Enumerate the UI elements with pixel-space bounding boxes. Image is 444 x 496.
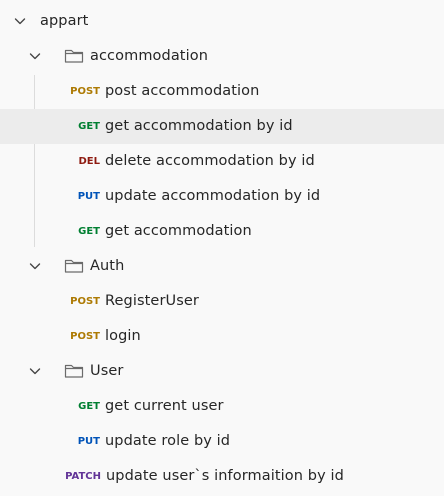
request-label: update accommodation by id: [105, 188, 321, 204]
collection-tree: appart accommodation POST post accommoda…: [0, 0, 444, 496]
folder-icon: [64, 364, 84, 378]
request-row[interactable]: POST login: [0, 319, 444, 354]
method-badge: PATCH: [65, 471, 101, 482]
folder-icon: [64, 49, 84, 63]
request-label: delete accommodation by id: [105, 153, 315, 169]
chevron-down-icon[interactable]: [28, 364, 42, 378]
folder-icon: [64, 259, 84, 273]
request-row[interactable]: POST post accommodation: [0, 74, 444, 109]
collection-row-appart[interactable]: appart: [0, 4, 444, 39]
request-row[interactable]: DEL delete accommodation by id: [0, 144, 444, 179]
method-badge: DEL: [78, 156, 100, 167]
request-label: login: [105, 328, 141, 344]
request-label: get accommodation: [105, 223, 252, 239]
request-row[interactable]: PUT update accommodation by id: [0, 179, 444, 214]
method-badge: PUT: [77, 191, 100, 202]
request-label: get current user: [105, 398, 224, 414]
method-badge: GET: [78, 401, 100, 412]
request-row[interactable]: PUT update role by id: [0, 424, 444, 459]
request-row[interactable]: PATCH update user`s informaition by id: [0, 459, 444, 494]
request-row-selected[interactable]: GET get accommodation by id: [0, 109, 444, 144]
request-row[interactable]: GET get accommodation: [0, 214, 444, 249]
request-label: RegisterUser: [105, 293, 199, 309]
method-badge: POST: [70, 86, 100, 97]
folder-row-auth[interactable]: Auth: [0, 249, 444, 284]
method-badge: POST: [70, 331, 100, 342]
method-badge: GET: [78, 121, 100, 132]
request-label: update role by id: [105, 433, 231, 449]
folder-row-accommodation[interactable]: accommodation: [0, 39, 444, 74]
chevron-down-icon[interactable]: [13, 14, 27, 28]
folder-label: User: [90, 363, 124, 379]
request-row[interactable]: GET get current user: [0, 389, 444, 424]
folder-label: Auth: [90, 258, 125, 274]
request-row[interactable]: POST RegisterUser: [0, 284, 444, 319]
method-badge: POST: [70, 296, 100, 307]
folder-label: accommodation: [90, 48, 208, 64]
folder-row-user[interactable]: User: [0, 354, 444, 389]
chevron-down-icon[interactable]: [28, 49, 42, 63]
collection-label: appart: [40, 13, 89, 29]
method-badge: PUT: [77, 436, 100, 447]
request-label: post accommodation: [105, 83, 260, 99]
method-badge: GET: [78, 226, 100, 237]
chevron-down-icon[interactable]: [28, 259, 42, 273]
request-label: get accommodation by id: [105, 118, 293, 134]
request-label: update user`s informaition by id: [106, 468, 344, 484]
